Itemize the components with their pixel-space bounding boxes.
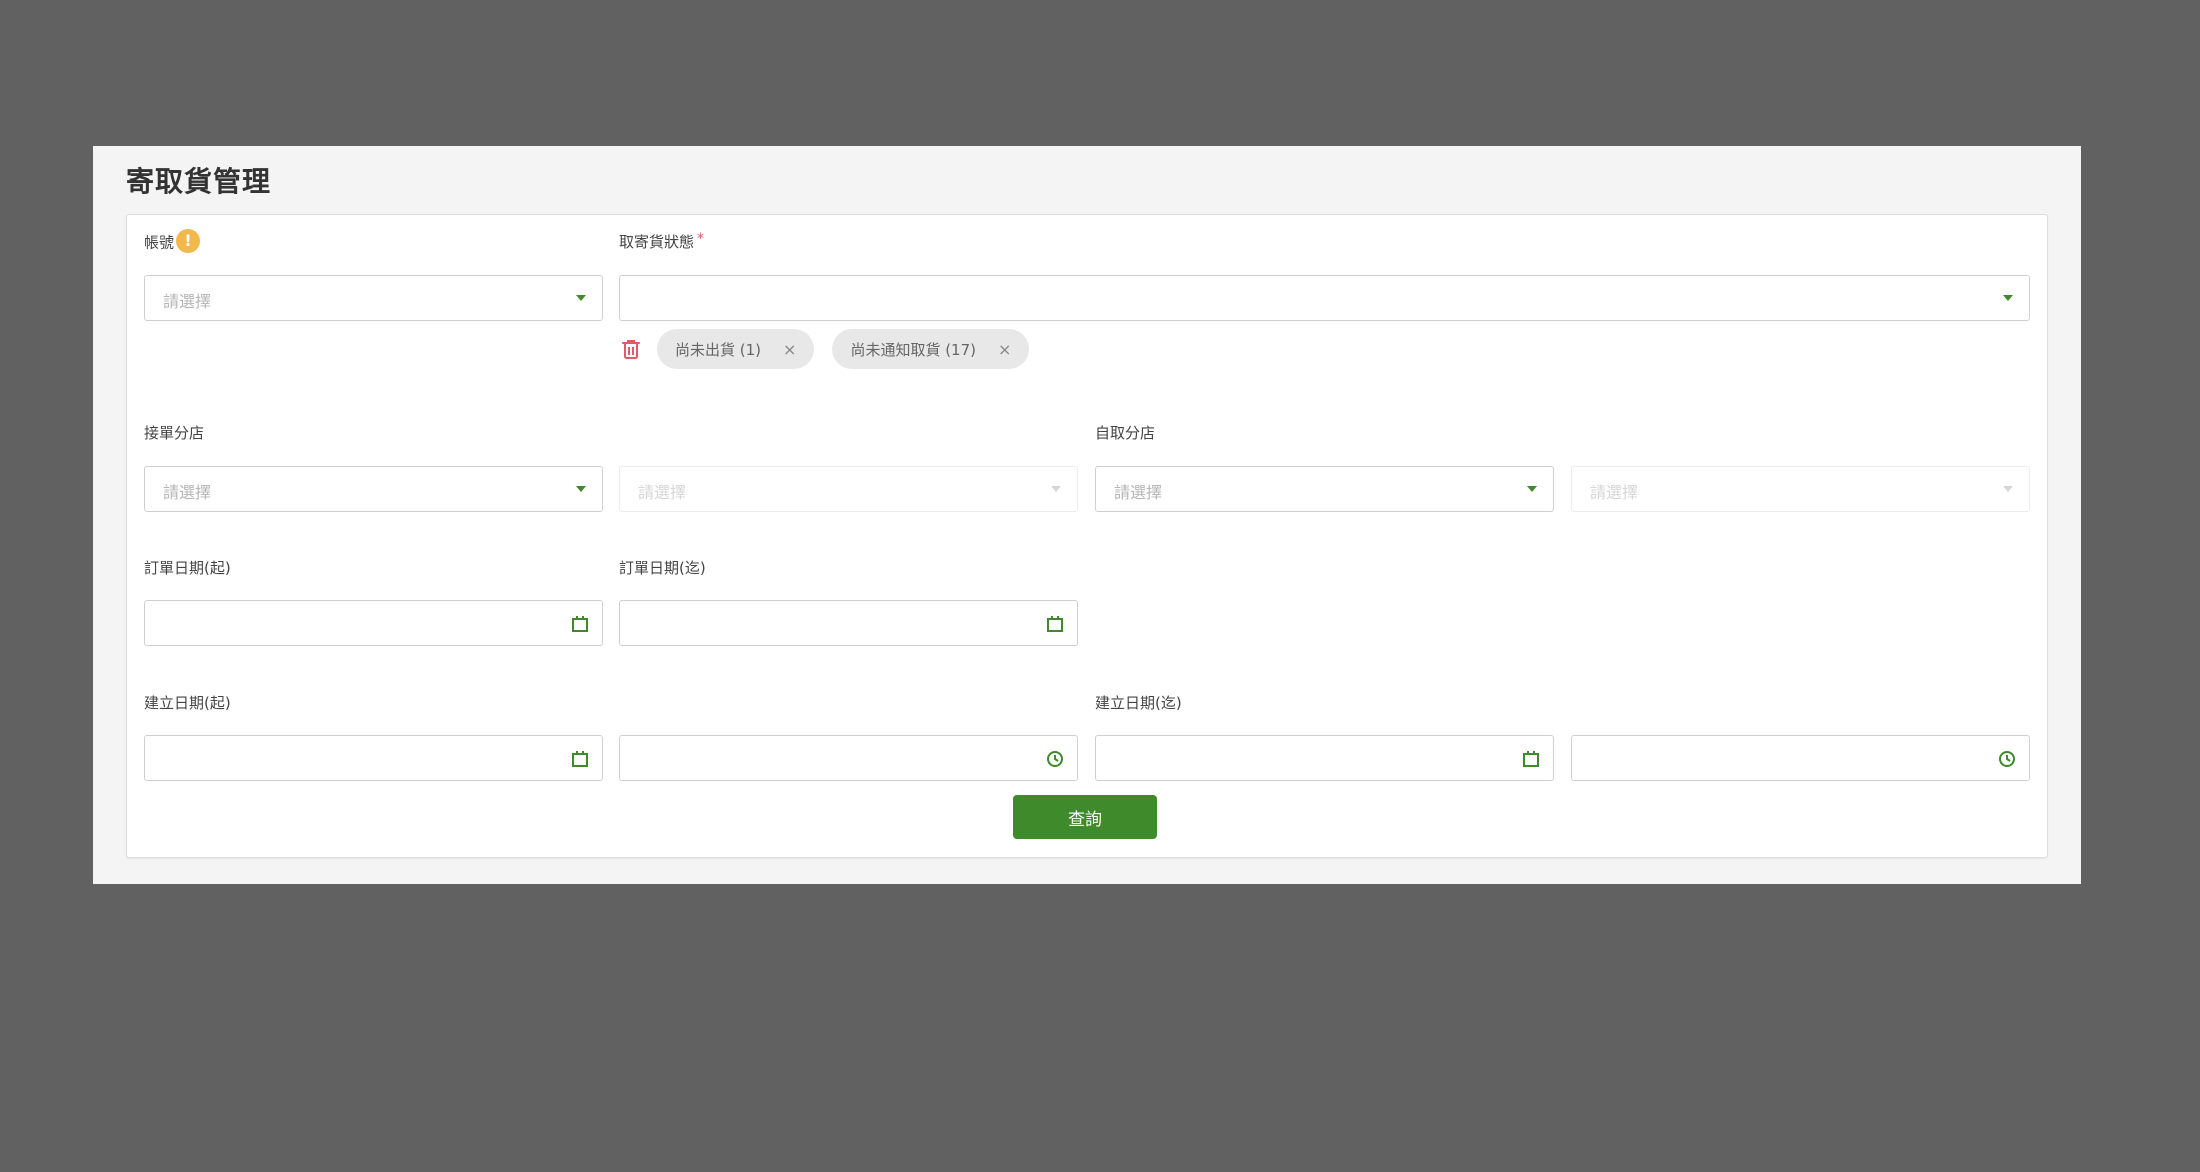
pickup-branch-label: 自取分店: [1095, 424, 1156, 442]
pickup-sub-branch-select[interactable]: 請選擇: [1571, 466, 2030, 512]
chevron-down-icon: [576, 295, 586, 301]
account-select[interactable]: 請選擇: [144, 275, 603, 321]
status-chip-label: 尚未出貨 (1): [675, 340, 762, 359]
created-date-start-label: 建立日期(起): [144, 694, 231, 712]
account-label-text: 帳號: [144, 233, 175, 252]
calendar-icon[interactable]: [570, 614, 590, 634]
created-time-start-input[interactable]: [619, 735, 1078, 781]
receiving-sub-branch-select[interactable]: 請選擇: [619, 466, 1078, 512]
status-chip-label: 尚未通知取貨 (17): [850, 340, 976, 359]
required-mark: *: [697, 231, 705, 247]
chevron-down-icon: [2003, 295, 2013, 301]
status-label: 取寄貨狀態 *: [619, 231, 704, 252]
pickup-sub-branch-placeholder: 請選擇: [1590, 483, 1639, 502]
status-chip: 尚未出貨 (1) ×: [657, 329, 815, 369]
order-date-end-label: 訂單日期(迄): [619, 559, 706, 577]
chevron-down-icon: [1051, 486, 1061, 492]
receiving-branch-placeholder: 請選擇: [163, 483, 212, 502]
chevron-down-icon: [2003, 486, 2013, 492]
close-icon[interactable]: ×: [998, 340, 1011, 359]
pickup-branch-select[interactable]: 請選擇: [1095, 466, 1554, 512]
calendar-icon[interactable]: [1045, 614, 1065, 634]
query-button[interactable]: 查詢: [1013, 795, 1157, 839]
created-date-end-label: 建立日期(迄): [1095, 694, 1182, 712]
info-icon[interactable]: !: [176, 229, 201, 253]
modal: 寄取貨管理 帳號! 請選擇 取寄貨狀態 * 尚未出貨 (1) × 尚未通知取貨 …: [93, 146, 2081, 884]
clock-icon[interactable]: [1997, 749, 2017, 769]
account-label: 帳號!: [144, 229, 201, 255]
status-label-text: 取寄貨狀態: [619, 233, 695, 251]
status-multiselect[interactable]: [619, 275, 2030, 321]
created-date-start-input[interactable]: [144, 735, 603, 781]
calendar-icon[interactable]: [1521, 749, 1541, 769]
created-time-end-input[interactable]: [1571, 735, 2030, 781]
order-date-start-label: 訂單日期(起): [144, 559, 231, 577]
chevron-down-icon: [576, 486, 586, 492]
status-chip: 尚未通知取貨 (17) ×: [832, 329, 1030, 369]
page-title: 寄取貨管理: [126, 165, 272, 198]
order-date-start-input[interactable]: [144, 600, 603, 646]
account-select-placeholder: 請選擇: [163, 292, 212, 311]
receiving-branch-select[interactable]: 請選擇: [144, 466, 603, 512]
status-chips: 尚未出貨 (1) × 尚未通知取貨 (17) ×: [619, 329, 1047, 369]
close-icon[interactable]: ×: [783, 340, 796, 359]
receiving-sub-branch-placeholder: 請選擇: [638, 483, 687, 502]
search-form-panel: 帳號! 請選擇 取寄貨狀態 * 尚未出貨 (1) × 尚未通知取貨 (17) ×…: [126, 214, 2048, 858]
receiving-branch-label: 接單分店: [144, 424, 205, 442]
created-date-end-input[interactable]: [1095, 735, 1554, 781]
clock-icon[interactable]: [1045, 749, 1065, 769]
order-date-end-input[interactable]: [619, 600, 1078, 646]
calendar-icon[interactable]: [570, 749, 590, 769]
trash-icon[interactable]: [619, 337, 643, 361]
chevron-down-icon: [1527, 486, 1537, 492]
pickup-branch-placeholder: 請選擇: [1114, 483, 1163, 502]
